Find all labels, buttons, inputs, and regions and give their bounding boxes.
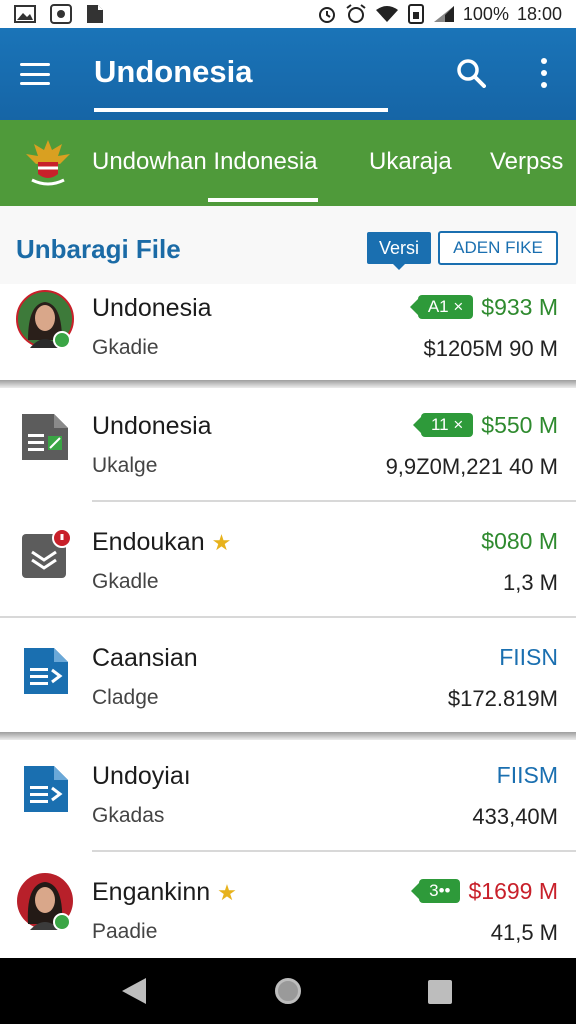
- tab-indicator: [208, 198, 318, 202]
- app-title-underline: [94, 108, 388, 112]
- back-icon[interactable]: [122, 978, 146, 1004]
- app-icon: [50, 4, 72, 24]
- search-icon[interactable]: [456, 58, 486, 88]
- item-title: Undonesia: [92, 412, 212, 440]
- tab-bar: Undowhan Indonesia Ukaraja Verpss: [0, 120, 576, 206]
- item-subtitle: Gkadas: [92, 804, 165, 827]
- item-value: FIISN: [499, 644, 558, 670]
- item-detail: 9,9Z0M,221 40 M: [385, 454, 558, 479]
- item-value: FIISM: [496, 762, 558, 788]
- item-title: Undonesia: [92, 294, 212, 322]
- item-subtitle: Paadie: [92, 920, 158, 943]
- alarm-icon: [318, 7, 335, 23]
- clock: 18:00: [516, 3, 562, 24]
- recent-apps-icon[interactable]: [428, 980, 452, 1004]
- versi-button[interactable]: Versi: [367, 232, 431, 270]
- tab-verpss[interactable]: Verpss: [490, 120, 563, 206]
- item-title-group: Endoukan ★: [92, 528, 231, 557]
- item-value-group: 3•• $1699 M: [411, 878, 558, 905]
- item-detail: 433,40M: [472, 804, 558, 829]
- more-vert-icon[interactable]: [538, 58, 550, 88]
- app-title: Undonesia: [94, 54, 253, 89]
- item-detail: $172.819M: [447, 686, 558, 711]
- item-badge: 11 ×: [412, 413, 474, 437]
- item-title: Undoyiaı: [92, 762, 191, 790]
- star-icon: ★: [217, 880, 237, 905]
- garuda-emblem-icon: [26, 140, 70, 186]
- list-divider: [0, 616, 576, 618]
- layers-file-icon: [22, 528, 72, 578]
- wifi-icon: [375, 6, 398, 22]
- document-file-icon: [24, 766, 68, 812]
- tab-ukaraja[interactable]: Ukaraja: [369, 120, 452, 206]
- list-item[interactable]: Undonesia Gkadie A1 × $933 M $1205M 90 M: [0, 284, 576, 382]
- item-title-group: Engankinn ★: [92, 878, 237, 907]
- item-title: Engankinn: [92, 878, 211, 906]
- item-subtitle: Ukalge: [92, 454, 158, 477]
- menu-icon[interactable]: [20, 63, 50, 85]
- section-separator: [0, 380, 576, 388]
- item-detail: $1205M 90 M: [423, 336, 558, 361]
- item-badge: 3••: [411, 879, 461, 903]
- open-file-button[interactable]: ADEN FIKE: [438, 231, 558, 265]
- battery-percent: 100%: [462, 3, 509, 24]
- tab-undowhan-indonesia[interactable]: Undowhan Indonesia: [92, 120, 318, 206]
- item-value: $080 M: [481, 528, 558, 554]
- item-subtitle: Cladge: [92, 686, 159, 709]
- status-bar: 100% 18:00: [0, 0, 576, 28]
- avatar-woman-icon: [16, 290, 74, 348]
- item-value-group: 11 × $550 M: [412, 412, 558, 439]
- star-icon: ★: [211, 530, 232, 555]
- list-divider: [92, 500, 576, 502]
- app-bar: Undonesia: [0, 28, 576, 120]
- item-subtitle: Gkadle: [92, 570, 159, 593]
- document-file-icon: [24, 648, 68, 694]
- list-item[interactable]: Engankinn ★ Paadie 3•• $1699 M 41,5 M: [0, 868, 576, 958]
- item-detail: 41,5 M: [490, 920, 558, 945]
- item-badge: A1 ×: [409, 295, 474, 319]
- avatar-woman-icon: [17, 873, 73, 930]
- image-icon: [14, 5, 36, 23]
- spreadsheet-file-icon: [22, 414, 68, 460]
- item-value: $933 M: [481, 294, 558, 320]
- signal-icon: [433, 6, 454, 22]
- item-title: Endoukan: [92, 528, 205, 556]
- home-icon[interactable]: [275, 978, 301, 1004]
- section-title: Unbaragi File: [16, 234, 181, 264]
- alarm-clock-icon: [346, 4, 366, 23]
- item-value-group: A1 × $933 M: [409, 294, 558, 321]
- file-icon: [87, 5, 103, 23]
- item-subtitle: Gkadie: [92, 336, 159, 359]
- item-value: $550 M: [481, 412, 558, 438]
- item-detail: 1,3 M: [502, 570, 558, 595]
- item-value: $1699 M: [468, 878, 558, 904]
- list-divider: [92, 850, 576, 852]
- sim-icon: [407, 4, 424, 24]
- section-separator: [0, 732, 576, 740]
- item-title: Caansian: [92, 644, 198, 672]
